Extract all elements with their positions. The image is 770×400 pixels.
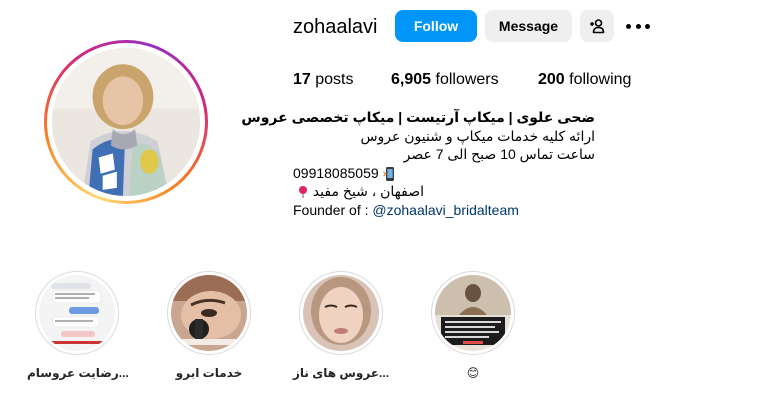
bio-phone-number: 09918085059 [293,164,379,181]
profile-username: zohaalavi [293,16,378,38]
highlight-item[interactable]: عروس های ناز... [291,271,391,381]
profile-bio: ضحی علوی | میکاپ آرتیست | میکاپ تخصصی عر… [241,108,603,220]
location-pin-icon [298,186,307,199]
profile-avatar-ring[interactable] [44,40,208,204]
highlight-item[interactable]: رضایت عروسام... [27,271,129,381]
message-button[interactable]: Message [485,10,572,42]
dot [635,23,641,29]
bride-makeup-image [303,275,379,351]
posts-label: posts [315,71,354,88]
following-stat[interactable]: 200 following [538,70,631,90]
founder-account-link[interactable]: @zohaalavi_bridalteam [372,202,519,218]
followers-stat[interactable]: 6,905 followers [391,70,499,90]
highlight-label: 😊 [466,366,480,380]
profile-avatar[interactable] [52,48,200,196]
mobile-phone-icon [382,166,394,181]
more-options-icon[interactable] [626,16,650,36]
highlight-cover [303,275,379,351]
bio-line-services: ارائه کلیه خدمات میکاپ و شنیون عروس [360,127,595,144]
highlight-cover-ring [167,271,251,355]
highlight-cover-ring [431,271,515,355]
avatar-illustration [52,48,200,196]
bio-founder-line: Founder of : @zohaalavi_bridalteam [293,201,603,220]
dot [626,23,631,29]
client-message-image [435,275,511,351]
bio-line-hours: ساعت تماس 10 صبح الی 7 عصر [403,146,595,162]
bio-location: اصفهان ، شیخ مفید [312,183,424,199]
add-person-icon [590,19,605,34]
highlight-item[interactable]: 😊 [423,271,523,381]
avatar-gap [47,43,205,201]
highlight-cover-ring [35,271,119,355]
highlight-cover-ring [299,271,383,355]
posts-count: 17 [293,71,311,88]
chat-screenshot-image [39,275,115,351]
suggest-accounts-button[interactable] [580,10,614,42]
highlight-item[interactable]: خدمات ابرو [159,271,259,381]
bio-location-line: اصفهان ، شیخ مفید [293,182,424,201]
bio-full-name: ضحی علوی | میکاپ آرتیست | میکاپ تخصصی عر… [241,109,595,125]
founder-prefix: Founder of : [293,201,373,218]
highlight-cover [435,275,511,351]
followers-count: 6,905 [391,71,432,88]
highlight-label: رضایت عروسام... [27,366,129,380]
dot [645,23,650,29]
highlight-cover [171,275,247,351]
highlight-cover [39,275,115,351]
highlight-label: خدمات ابرو [175,366,243,380]
posts-stat: 17 posts [293,70,354,90]
highlight-label: عروس های ناز... [292,366,390,380]
followers-label: followers [435,71,499,88]
bio-phone-line: 09918085059 [293,164,603,183]
following-label: following [569,71,632,88]
following-count: 200 [538,71,565,88]
eyebrow-service-image [171,275,247,351]
follow-button[interactable]: Follow [395,10,477,42]
